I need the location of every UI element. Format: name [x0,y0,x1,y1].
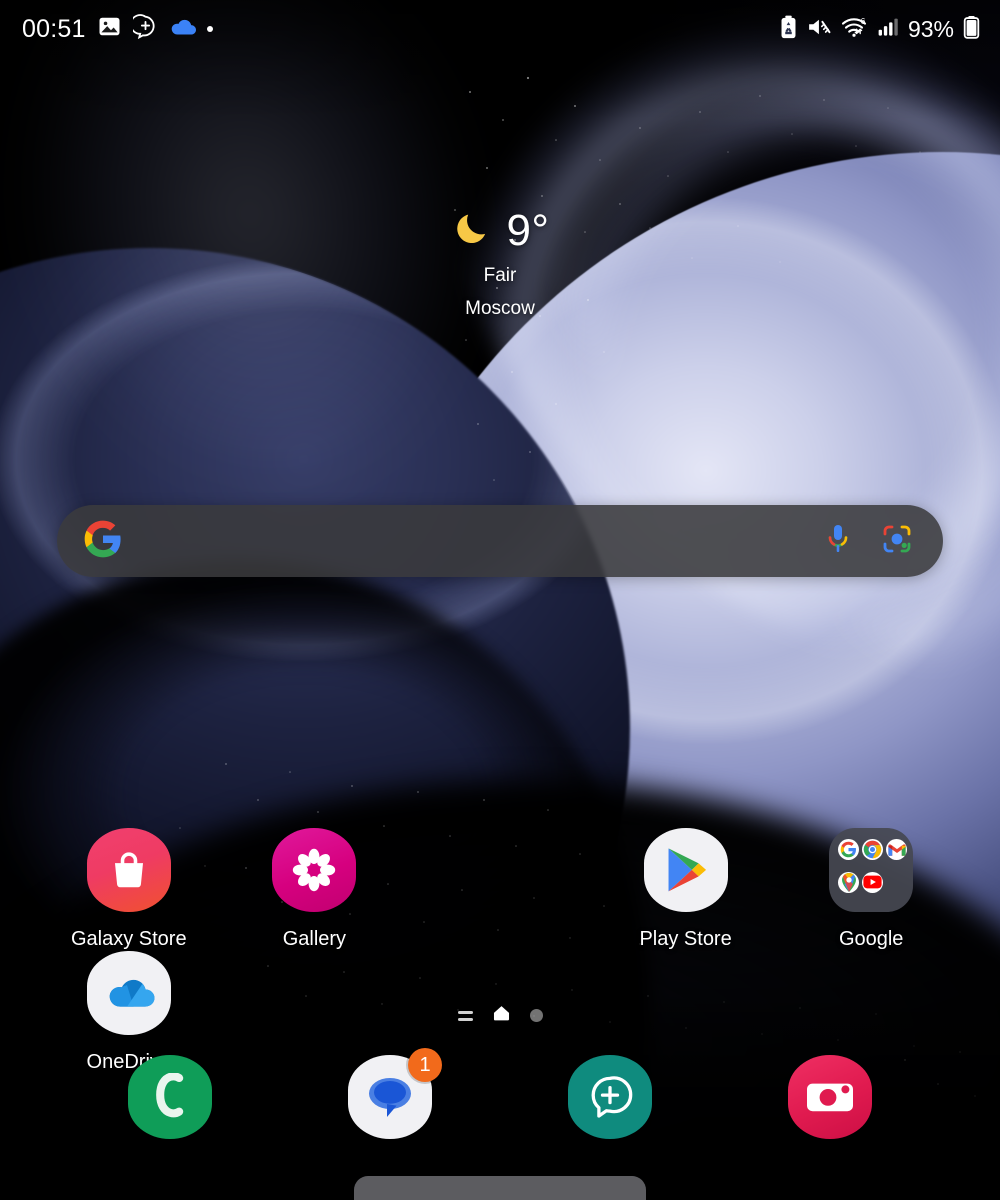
app-label: Google [838,928,904,950]
app-icon-play-store[interactable]: Play Store [593,828,779,951]
app-label: Play Store [639,928,732,950]
power-saving-icon [779,15,798,44]
page-indicator[interactable] [0,1005,1000,1026]
messages-badge: 1 [408,1048,442,1082]
app-label: Galaxy Store [70,928,187,950]
weather-widget[interactable]: 9° Fair Moscow [0,205,1000,318]
search-input[interactable] [123,529,823,553]
weather-city: Moscow [465,298,535,319]
camera-icon [807,1083,853,1112]
folder-item-google-g-icon [838,839,860,860]
status-bar[interactable]: 00:51 6 93% [0,0,1000,58]
home-gesture-handle[interactable] [354,1176,646,1200]
wifi-6-icon: 6 [841,16,869,43]
onedrive-cloud-icon [169,17,196,42]
add-bubble-icon [129,14,158,44]
navigation-bar[interactable] [0,1166,1000,1200]
battery-icon [963,15,980,44]
message-bubble-icon [369,1078,411,1117]
page-dot[interactable] [529,1009,543,1022]
crescent-moon-icon [450,205,496,256]
folder-item-gmail-icon [886,839,908,860]
microphone-icon[interactable] [823,522,853,561]
dock-item-contacts[interactable] [500,1055,720,1139]
battery-percent-label: 93% [907,15,954,42]
home-page-icon[interactable] [493,1005,510,1026]
play-triangle-icon [668,848,706,892]
google-search-bar[interactable] [57,505,943,577]
weather-temperature: 9° [506,205,550,255]
app-grid: Galaxy Store Gallery Play Store Google O… [0,828,1000,1074]
dock-item-messages[interactable]: 1 [280,1048,500,1139]
app-label: Gallery [282,928,347,950]
app-list-pages-icon[interactable] [457,1010,473,1021]
mute-vibrate-icon [807,16,832,43]
folder-item-maps-pin-icon [838,871,860,893]
svg-text:6: 6 [861,16,866,26]
screenshot-image-icon [97,14,122,44]
app-icon-gallery[interactable]: Gallery [222,828,408,951]
google-lens-icon[interactable] [881,523,913,560]
app-folder-google[interactable]: Google [778,828,964,951]
folder-icon [829,828,914,912]
weather-condition: Fair [483,265,517,286]
folder-item-youtube-icon [862,871,884,893]
more-notifications-dot-icon [206,26,213,32]
folder-item-chrome-icon [862,839,884,860]
home-screen: 00:51 6 93% 9° Fair Moscow Search Galaxy… [0,0,1000,1200]
dock: 1 [0,1048,1000,1139]
flower-icon [293,848,336,892]
status-clock: 00:51 [22,14,86,43]
cellular-signal-icon [878,17,899,42]
phone-handset-icon [156,1073,184,1118]
google-g-icon [83,519,123,564]
status-bar-right: 6 93% [779,15,980,44]
search-bar-actions [823,522,913,561]
status-bar-left: 00:51 [22,14,213,44]
shopping-bag-icon [114,852,143,888]
app-icon-galaxy-store[interactable]: Galaxy Store [36,828,222,951]
dock-item-camera[interactable] [720,1055,940,1139]
add-contact-bubble-icon [591,1076,633,1118]
dock-item-phone[interactable] [60,1055,280,1139]
weather-main-row: 9° [450,205,549,256]
